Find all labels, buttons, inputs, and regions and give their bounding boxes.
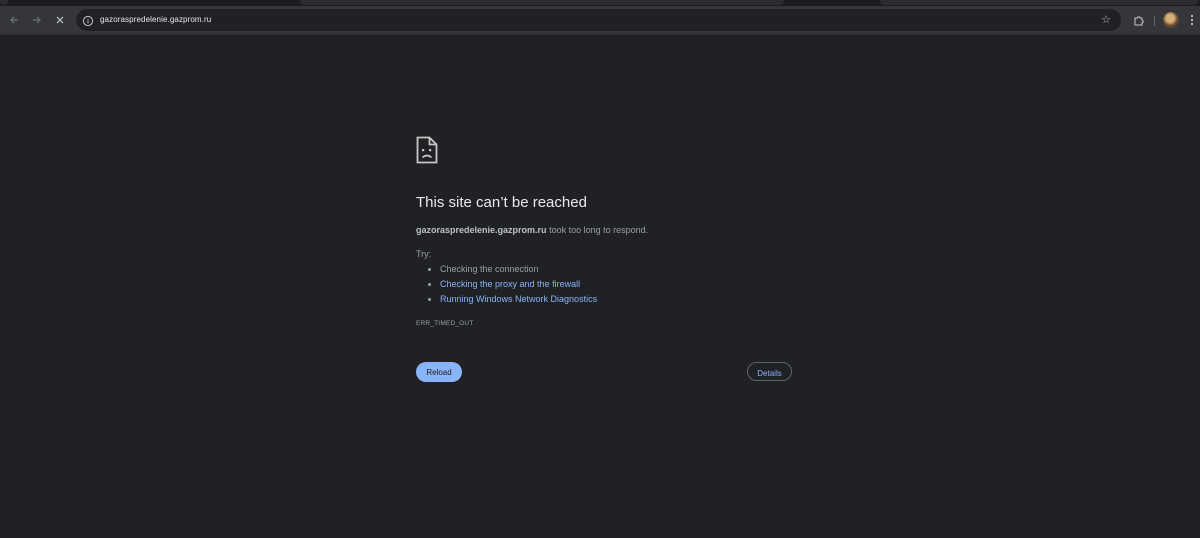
- toolbar-separator: [1154, 16, 1155, 26]
- forward-arrow-icon[interactable]: [28, 11, 46, 29]
- back-arrow-icon[interactable]: [5, 11, 23, 29]
- error-host: gazoraspredelenie.gazprom.ru: [416, 225, 547, 235]
- suggestion-check-proxy-link[interactable]: Checking the proxy and the firewall: [440, 279, 580, 289]
- stop-loading-icon[interactable]: [51, 11, 69, 29]
- details-button[interactable]: Details: [747, 362, 792, 381]
- extensions-puzzle-icon[interactable]: [1130, 11, 1148, 29]
- suggestion-list: Checking the connection Checking the pro…: [428, 262, 597, 307]
- list-item: Running Windows Network Diagnostics: [440, 292, 597, 307]
- suggestion-network-diagnostics-link[interactable]: Running Windows Network Diagnostics: [440, 294, 597, 304]
- sad-page-icon: [416, 136, 438, 164]
- profile-avatar[interactable]: [1163, 12, 1179, 28]
- site-info-icon[interactable]: [82, 14, 94, 27]
- list-item: Checking the proxy and the firewall: [440, 277, 597, 292]
- bookmark-star-icon[interactable]: ☆: [1099, 13, 1113, 27]
- error-message: took too long to respond.: [549, 225, 649, 235]
- error-title: This site can’t be reached: [416, 194, 587, 211]
- error-description: gazoraspredelenie.gazprom.ru took too lo…: [416, 224, 648, 236]
- browser-toolbar: gazoraspredelenie.gazprom.ru ☆: [0, 6, 1200, 35]
- tab[interactable]: [300, 0, 784, 5]
- url-text[interactable]: gazoraspredelenie.gazprom.ru: [100, 13, 211, 27]
- kebab-menu-icon[interactable]: [1186, 11, 1198, 29]
- list-item: Checking the connection: [440, 262, 597, 277]
- reload-button[interactable]: Reload: [416, 362, 462, 382]
- suggestion-check-connection: Checking the connection: [440, 264, 539, 274]
- error-code: ERR_TIMED_OUT: [416, 320, 474, 327]
- try-label: Try:: [416, 249, 432, 259]
- address-bar[interactable]: gazoraspredelenie.gazprom.ru ☆: [76, 9, 1121, 31]
- tab[interactable]: [0, 0, 8, 5]
- tab[interactable]: [880, 0, 1198, 5]
